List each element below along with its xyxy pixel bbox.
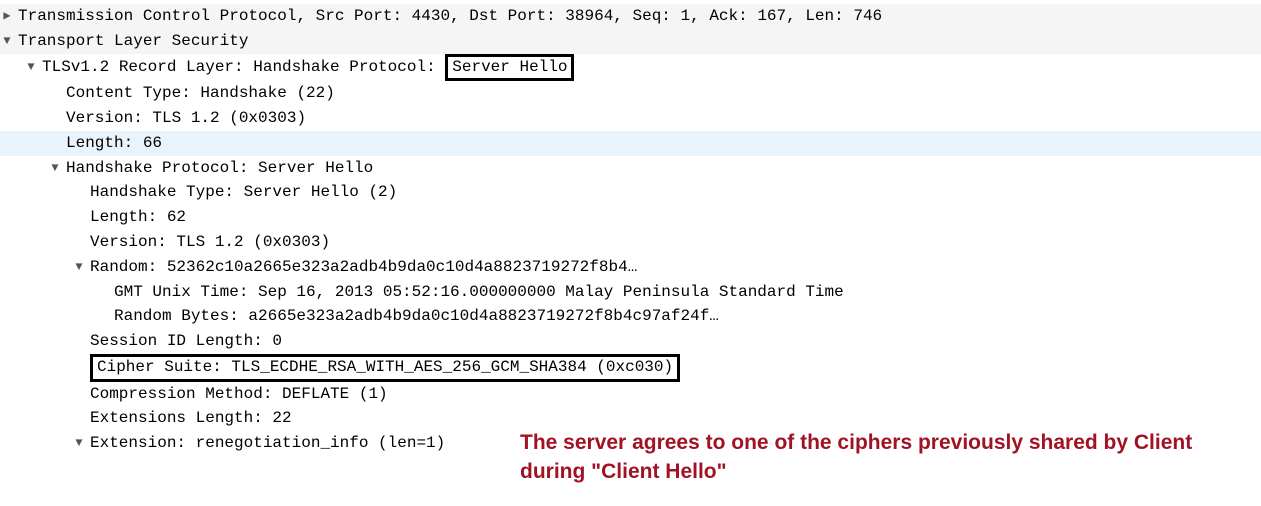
cipher-suite-field: Cipher Suite: TLS_ECDHE_RSA_WITH_AES_256… xyxy=(90,354,680,382)
tcp-summary: Transmission Control Protocol, Src Port:… xyxy=(18,4,882,29)
tree-row-content-type[interactable]: Content Type: Handshake (22) xyxy=(0,81,1261,106)
tree-row-random-bytes[interactable]: Random Bytes: a2665e323a2adb4b9da0c10d4a… xyxy=(0,304,1261,329)
tree-row-handshake-proto[interactable]: ▼ Handshake Protocol: Server Hello xyxy=(0,156,1261,181)
tree-row-tcp[interactable]: ▶ Transmission Control Protocol, Src Por… xyxy=(0,4,1261,29)
chevron-down-icon[interactable]: ▼ xyxy=(72,434,86,453)
tree-row-handshake-version[interactable]: Version: TLS 1.2 (0x0303) xyxy=(0,230,1261,255)
packet-dissector-pane: ▶ Transmission Control Protocol, Src Por… xyxy=(0,0,1261,506)
record-prefix: TLSv1.2 Record Layer: Handshake Protocol… xyxy=(42,58,445,76)
protocol-tree[interactable]: ▶ Transmission Control Protocol, Src Por… xyxy=(0,0,1261,460)
tls-summary: Transport Layer Security xyxy=(18,29,248,54)
handshake-length-field: Length: 62 xyxy=(90,205,186,230)
tree-row-session-id-length[interactable]: Session ID Length: 0 xyxy=(0,329,1261,354)
record-layer-label: TLSv1.2 Record Layer: Handshake Protocol… xyxy=(42,54,574,82)
tree-row-gmt-time[interactable]: GMT Unix Time: Sep 16, 2013 05:52:16.000… xyxy=(0,280,1261,305)
extension-reneg-field: Extension: renegotiation_info (len=1) xyxy=(90,431,445,456)
chevron-down-icon[interactable]: ▼ xyxy=(72,258,86,277)
tree-row-cipher-suite[interactable]: Cipher Suite: TLS_ECDHE_RSA_WITH_AES_256… xyxy=(0,354,1261,382)
tree-row-tls[interactable]: ▼ Transport Layer Security xyxy=(0,29,1261,54)
compression-field: Compression Method: DEFLATE (1) xyxy=(90,382,388,407)
extensions-length-field: Extensions Length: 22 xyxy=(90,406,292,431)
length-outer-field: Length: 66 xyxy=(66,131,162,156)
tree-row-handshake-type[interactable]: Handshake Type: Server Hello (2) xyxy=(0,180,1261,205)
tree-row-compression[interactable]: Compression Method: DEFLATE (1) xyxy=(0,382,1261,407)
gmt-time-field: GMT Unix Time: Sep 16, 2013 05:52:16.000… xyxy=(114,280,844,305)
tree-row-length-outer[interactable]: Length: 66 xyxy=(0,131,1261,156)
session-id-length-field: Session ID Length: 0 xyxy=(90,329,282,354)
handshake-type-field: Handshake Type: Server Hello (2) xyxy=(90,180,397,205)
chevron-down-icon[interactable]: ▼ xyxy=(0,32,14,51)
content-type-field: Content Type: Handshake (22) xyxy=(66,81,335,106)
chevron-right-icon[interactable]: ▶ xyxy=(0,7,14,26)
version-outer-field: Version: TLS 1.2 (0x0303) xyxy=(66,106,306,131)
server-hello-highlight: Server Hello xyxy=(445,54,574,82)
chevron-down-icon[interactable]: ▼ xyxy=(24,58,38,77)
annotation-text: The server agrees to one of the ciphers … xyxy=(520,428,1260,487)
handshake-proto-field: Handshake Protocol: Server Hello xyxy=(66,156,373,181)
tree-row-random[interactable]: ▼ Random: 52362c10a2665e323a2adb4b9da0c1… xyxy=(0,255,1261,280)
tree-row-record-layer[interactable]: ▼ TLSv1.2 Record Layer: Handshake Protoc… xyxy=(0,54,1261,82)
tree-row-version-outer[interactable]: Version: TLS 1.2 (0x0303) xyxy=(0,106,1261,131)
handshake-version-field: Version: TLS 1.2 (0x0303) xyxy=(90,230,330,255)
random-field: Random: 52362c10a2665e323a2adb4b9da0c10d… xyxy=(90,255,637,280)
tree-row-handshake-length[interactable]: Length: 62 xyxy=(0,205,1261,230)
chevron-down-icon[interactable]: ▼ xyxy=(48,159,62,178)
random-bytes-field: Random Bytes: a2665e323a2adb4b9da0c10d4a… xyxy=(114,304,719,329)
